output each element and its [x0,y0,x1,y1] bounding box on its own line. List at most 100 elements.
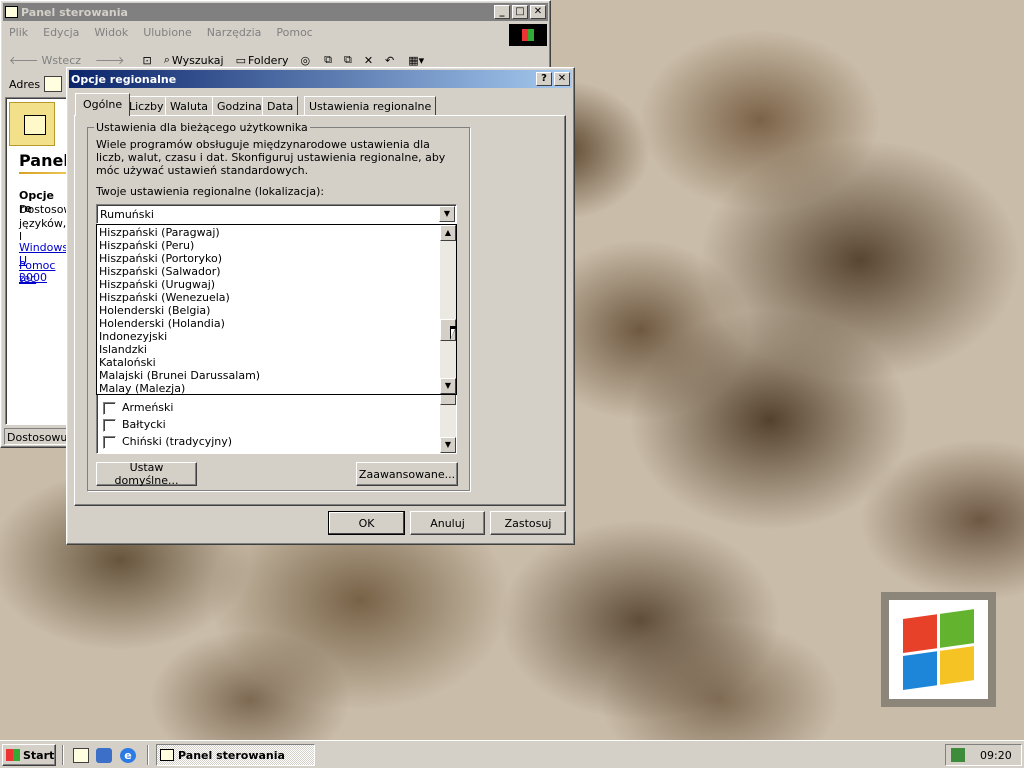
menu-help[interactable]: Pomoc [276,26,312,39]
group-title: Ustawienia dla bieżącego użytkownika [94,121,310,134]
start-windows-icon [6,749,20,761]
apply-button[interactable]: Zastosuj [490,511,566,535]
explorer-titlebar[interactable]: Panel sterowania _ □ ✕ [3,3,548,21]
dropdown-item[interactable]: Malajski (Brunei Darussalam) [97,369,441,382]
menu-favorites[interactable]: Ulubione [143,26,192,39]
internet-explorer-icon[interactable]: e [120,748,136,763]
address-folder-icon [44,76,62,92]
show-desktop-icon[interactable] [73,748,89,763]
dropdown-item[interactable]: Kataloński [97,356,441,369]
dropdown-item[interactable]: Malay (Malezja) [97,382,441,395]
folders-button[interactable]: Foldery [248,54,289,67]
up-folder-icon[interactable]: ⊡ [143,54,152,67]
tab-currency[interactable]: Waluta [165,96,213,116]
cancel-button[interactable]: Anuluj [410,511,485,535]
tab-time[interactable]: Godzina [212,96,267,116]
dropdown-item[interactable]: Hiszpański (Urugwaj) [97,278,441,291]
clock: 09:20 [980,749,1012,762]
language-label: Bałtycki [122,418,166,431]
language-row[interactable]: Chiński (tradycyjny) [103,435,232,449]
minimize-button[interactable]: _ [494,5,510,19]
dropdown-item[interactable]: Hiszpański (Portoryko) [97,252,441,265]
dropdown-item[interactable]: Holenderski (Belgia) [97,304,441,317]
section-text-2: języków, l [19,217,67,243]
language-groups-list: Armeński Bałtycki Chiński (tradycyjny) ▼ [96,390,457,454]
task-label: Panel sterowania [178,748,285,762]
undo-icon[interactable]: ↶ [385,54,394,67]
windows-logo-tile [881,592,996,707]
locale-combobox[interactable]: Rumuński ▼ [96,204,457,224]
back-button[interactable]: Wstecz [42,54,82,67]
search-icon: ⌕ [163,53,170,66]
dropdown-item[interactable]: Hiszpański (Salwador) [97,265,441,278]
dropdown-item[interactable]: Hiszpański (Wenezuela) [97,291,441,304]
language-row[interactable]: Bałtycki [103,418,166,432]
status-bar: Dostosowuje [4,428,77,445]
set-default-button[interactable]: Ustaw domyślne... [96,461,197,487]
forward-arrow-icon[interactable]: 🡒 [95,53,125,67]
dropdown-item[interactable]: Indonezyjski [97,330,441,343]
taskbar-task-control-panel[interactable]: Panel sterowania [156,744,315,766]
language-checkbox[interactable] [103,435,116,449]
panel-heading: Panel [19,151,69,170]
scroll-down-icon[interactable]: ▼ [440,378,456,394]
quick-launch-separator [62,745,64,765]
search-button[interactable]: Wyszukaj [172,54,224,67]
folder-header-icon [9,102,55,146]
locale-dropdown-list: Hiszpański (Paragwaj) Hiszpański (Peru) Hi… [96,224,457,395]
dialog-close-button[interactable]: ✕ [554,72,570,86]
tech-support-link-2[interactable]: 2000 [19,271,47,284]
tab-regional-settings[interactable]: Ustawienia regionalne [304,96,437,116]
description-text: Wiele programów obsługuje międzynarodowe… [96,138,446,177]
tab-numbers[interactable]: Liczby [124,96,169,116]
control-panel-icon [5,6,18,18]
tab-date[interactable]: Data [262,96,299,116]
cursor-fill [451,329,455,338]
dropdown-item[interactable]: Islandzki [97,343,441,356]
help-button[interactable]: ? [536,72,552,86]
menu-file[interactable]: Plik [9,26,28,39]
history-icon[interactable]: ◎ [300,54,310,67]
chevron-down-icon[interactable]: ▼ [439,206,455,222]
scroll-up-icon[interactable]: ▲ [440,225,456,241]
language-checkbox[interactable] [103,401,116,415]
menu-edit[interactable]: Edycja [43,26,79,39]
menu-view[interactable]: Widok [94,26,128,39]
move-to-icon[interactable]: ⧉ [324,53,332,67]
language-row[interactable]: Armeński [103,401,173,415]
section-text-1: Dostosow [19,203,69,216]
ok-button[interactable]: OK [328,511,405,535]
language-label: Armeński [122,401,174,414]
network-tray-icon[interactable] [951,748,965,762]
task-separator [147,745,149,765]
windows-logo-icon [509,24,547,46]
start-label: Start [23,748,55,762]
start-button[interactable]: Start [2,744,56,766]
dropdown-scrollbar[interactable]: ▲ ▼ [440,225,456,394]
close-button[interactable]: ✕ [530,5,546,19]
views-icon[interactable]: ▦▾ [408,54,424,67]
dropdown-item[interactable]: Hiszpański (Paragwaj) [97,226,441,239]
dropdown-item[interactable]: Holenderski (Holandia) [97,317,441,330]
windows-flag-icon [903,609,975,691]
delete-icon[interactable]: ✕ [364,54,373,67]
copy-to-icon[interactable]: ⧉ [344,53,352,67]
language-scrollbar[interactable]: ▼ [440,391,456,453]
menu-bar: Plik Edycja Widok Ulubione Narzędzia Pom… [9,26,313,39]
folders-icon: ▭ [235,53,246,67]
advanced-button[interactable]: Zaawansowane... [356,462,458,486]
tab-general[interactable]: Ogólne [75,93,131,116]
maximize-button[interactable]: □ [512,5,528,19]
address-label: Adres [9,78,41,91]
explorer-title: Panel sterowania [21,5,128,19]
menu-tools[interactable]: Narzędzia [207,26,262,39]
language-checkbox[interactable] [103,418,116,432]
dropdown-item[interactable]: Hiszpański (Peru) [97,239,441,252]
language-label: Chiński (tradycyjny) [122,435,233,448]
task-folder-icon [160,749,174,761]
locale-value: Rumuński [100,208,154,221]
dialog-titlebar[interactable]: Opcje regionalne ? ✕ [69,70,572,88]
language-scroll-down-icon[interactable]: ▼ [440,437,456,453]
outlook-express-icon[interactable] [96,748,112,763]
toolbar: 🡐 Wstecz 🡒 ⊡ ⌕ Wyszukaj ▭ Foldery ◎ ⧉ ⧉ … [9,53,424,67]
